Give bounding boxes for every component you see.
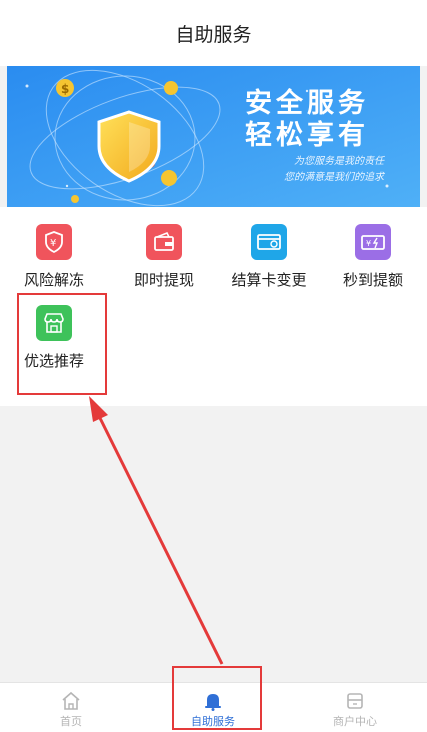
bottom-tab-bar: 首页 自助服务 商户中心 bbox=[0, 682, 427, 732]
tab-label: 首页 bbox=[60, 715, 82, 728]
svg-text:$: $ bbox=[61, 82, 69, 96]
tab-home[interactable]: 首页 bbox=[0, 683, 142, 732]
svg-text:¥: ¥ bbox=[50, 238, 56, 249]
merchant-icon bbox=[284, 691, 426, 711]
banner-headline-1: 安全服务 bbox=[245, 88, 369, 119]
bell-icon bbox=[142, 691, 284, 711]
page-title: 自助服务 bbox=[175, 23, 252, 46]
service-label: 结算卡变更 bbox=[231, 271, 307, 289]
banner-tagline-1: 为您服务是我的责任 bbox=[294, 156, 384, 167]
home-icon bbox=[0, 691, 142, 711]
card-change-icon bbox=[251, 224, 287, 260]
service-grid: ¥ 风险解冻 即时提现 结算卡变更 ¥ 秒到提额 优选推荐 bbox=[0, 207, 427, 406]
service-card-change[interactable]: 结算卡变更 bbox=[224, 224, 314, 290]
yen-shield-icon: ¥ bbox=[36, 224, 72, 260]
tab-label: 商户中心 bbox=[333, 715, 377, 728]
service-instant-withdraw[interactable]: 即时提现 bbox=[119, 224, 209, 290]
service-risk-unfreeze[interactable]: ¥ 风险解冻 bbox=[9, 224, 99, 290]
page-header: 自助服务 bbox=[0, 0, 427, 66]
tab-self-service[interactable]: 自助服务 bbox=[142, 683, 284, 732]
quick-limit-icon: ¥ bbox=[355, 224, 391, 260]
service-label: 秒到提额 bbox=[342, 271, 403, 289]
service-label: 优选推荐 bbox=[23, 352, 84, 370]
service-quick-limit[interactable]: ¥ 秒到提额 bbox=[328, 224, 418, 290]
tab-label: 自助服务 bbox=[191, 715, 235, 728]
store-icon bbox=[36, 305, 72, 341]
service-featured-picks[interactable]: 优选推荐 bbox=[9, 305, 99, 371]
banner-tagline-2: 您的满意是我们的追求 bbox=[284, 172, 384, 183]
service-label: 即时提现 bbox=[133, 271, 194, 289]
service-label: 风险解冻 bbox=[23, 271, 84, 289]
svg-text:¥: ¥ bbox=[366, 239, 371, 248]
wallet-icon bbox=[146, 224, 182, 260]
tab-merchant-center[interactable]: 商户中心 bbox=[284, 683, 426, 732]
banner-headline-2: 轻松享有 bbox=[245, 120, 369, 151]
promo-banner[interactable]: $ 安全服务 轻松享有 为您服务是我的责任 您的满意是我们的追求 bbox=[7, 66, 420, 207]
